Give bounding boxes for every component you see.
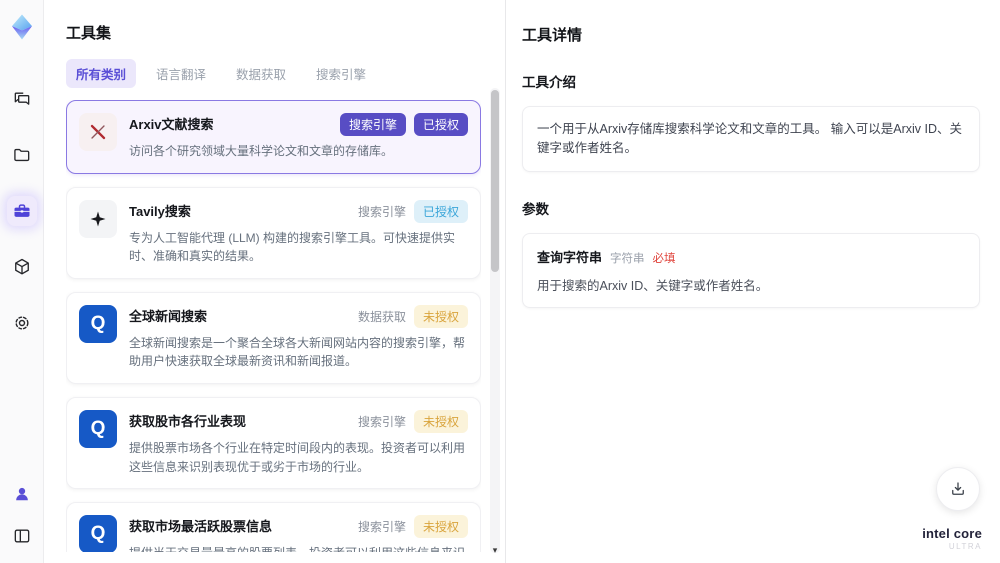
tool-description: 提供股票市场各个行业在特定时间段内的表现。投资者可以利用这些信息来识别表现优于或… [129, 440, 466, 474]
tab-translate[interactable]: 语言翻译 [146, 59, 216, 88]
param-description: 用于搜索的Arxiv ID、关键字或作者姓名。 [537, 278, 769, 293]
tool-description: 提供当天交易量最高的股票列表。投资者可以利用这些信息来识别流动性强的股票和潜在的… [129, 544, 468, 552]
tool-card[interactable]: Q 获取市场最活跃股票信息 搜索引擎 未授权 提供当天交易量最高的股票列表。投资… [66, 502, 481, 552]
category-badge: 搜索引擎 [357, 520, 406, 535]
cube-icon[interactable] [7, 252, 37, 282]
tool-name: 获取市场最活跃股票信息 [129, 519, 273, 535]
auth-status-badge: 未授权 [413, 515, 468, 539]
settings-gear-icon[interactable] [7, 308, 37, 338]
category-badge: 数据获取 [357, 309, 406, 324]
category-tabs: 所有类别 语言翻译 数据获取 搜索引擎 [66, 59, 481, 88]
collapse-panel-icon[interactable] [7, 521, 37, 551]
tool-card[interactable]: Tavily搜索 搜索引擎 已授权 专为人工智能代理 (LLM) 构建的搜索引擎… [66, 186, 481, 279]
tab-data-fetch[interactable]: 数据获取 [226, 59, 296, 88]
download-icon [952, 482, 964, 495]
folder-icon[interactable] [7, 140, 37, 170]
tool-card[interactable]: Q 全球新闻搜索 数据获取 未授权 全球新闻搜索是一个聚合全球各大新闻网站内容的… [66, 291, 481, 384]
tavily-star-icon [79, 199, 117, 238]
scrollbar[interactable]: ▾ [490, 88, 500, 555]
auth-status-badge: 已授权 [413, 199, 468, 223]
params-heading: 参数 [522, 201, 549, 217]
tool-card[interactable]: Q 获取股市各行业表现 搜索引擎 未授权 提供股票市场各个行业在特定时间段内的表… [66, 396, 481, 490]
blue-app-icon: Q [79, 304, 117, 343]
category-badge: 搜索引擎 [357, 204, 406, 219]
page-title: 工具集 [66, 25, 112, 42]
tool-name: 全球新闻搜索 [129, 308, 208, 324]
param-name: 查询字符串 [537, 249, 603, 265]
param-type: 字符串 [610, 252, 645, 265]
app-window: 工具集 所有类别 语言翻译 数据获取 搜索引擎 Arxiv文献搜索 搜索引擎 已授权 … [0, 0, 1000, 563]
tool-description: 访问各个研究领域大量科学论文和文章的存储库。 [129, 144, 394, 158]
intro-heading: 工具介绍 [522, 75, 576, 90]
auth-status-badge: 未授权 [413, 304, 468, 328]
toolbox-icon[interactable] [6, 196, 37, 226]
intro-box: 一个用于从Arxiv存储库搜索科学论文和文章的工具。 输入可以是Arxiv ID… [522, 106, 980, 172]
tool-description: 专为人工智能代理 (LLM) 构建的搜索引擎工具。可快速提供实时、准确和真实的结… [129, 230, 456, 264]
chat-icon[interactable] [7, 84, 37, 114]
tool-description: 全球新闻搜索是一个聚合全球各大新闻网站内容的搜索引擎，帮助用户快速获取全球最新资… [129, 335, 466, 369]
tab-all[interactable]: 所有类别 [66, 59, 137, 88]
download-button[interactable] [936, 467, 980, 511]
tool-list: Arxiv文献搜索 搜索引擎 已授权 访问各个研究领域大量科学论文和文章的存储库… [66, 100, 481, 552]
tools-panel: 工具集 所有类别 语言翻译 数据获取 搜索引擎 Arxiv文献搜索 搜索引擎 已授权 … [44, 0, 505, 563]
blue-app-icon: Q [79, 409, 117, 448]
left-rail [0, 0, 44, 563]
param-box: 查询字符串 字符串 必填 用于搜索的Arxiv ID、关键字或作者姓名。 [522, 232, 980, 308]
tab-search-engine[interactable]: 搜索引擎 [306, 59, 376, 88]
user-avatar-icon[interactable] [7, 479, 37, 509]
scrollbar-thumb[interactable] [491, 90, 499, 272]
detail-title: 工具详情 [522, 27, 583, 44]
auth-status-badge: 未授权 [413, 409, 468, 433]
app-logo-icon [7, 12, 37, 42]
scroll-down-icon[interactable]: ▾ [490, 545, 500, 555]
category-badge: 搜索引擎 [339, 113, 406, 136]
intel-core-logo: intel core ultra [922, 525, 982, 551]
param-required-badge: 必填 [652, 252, 676, 265]
arxiv-logo-icon [79, 113, 117, 151]
intel-ultra-text: ultra [948, 541, 982, 551]
intel-core-text: intel core [922, 525, 982, 541]
tool-name: 获取股市各行业表现 [129, 413, 247, 429]
intro-text: 一个用于从Arxiv存储库搜索科学论文和文章的工具。 输入可以是Arxiv ID… [537, 122, 963, 155]
tool-card[interactable]: Arxiv文献搜索 搜索引擎 已授权 访问各个研究领域大量科学论文和文章的存储库… [66, 100, 481, 174]
blue-app-icon: Q [79, 515, 117, 552]
auth-status-badge: 已授权 [413, 113, 468, 136]
tool-detail-panel: 工具详情 工具介绍 一个用于从Arxiv存储库搜索科学论文和文章的工具。 输入可… [505, 0, 1000, 563]
tool-name: Arxiv文献搜索 [129, 117, 214, 132]
tool-name: Tavily搜索 [129, 203, 191, 219]
category-badge: 搜索引擎 [357, 414, 406, 429]
